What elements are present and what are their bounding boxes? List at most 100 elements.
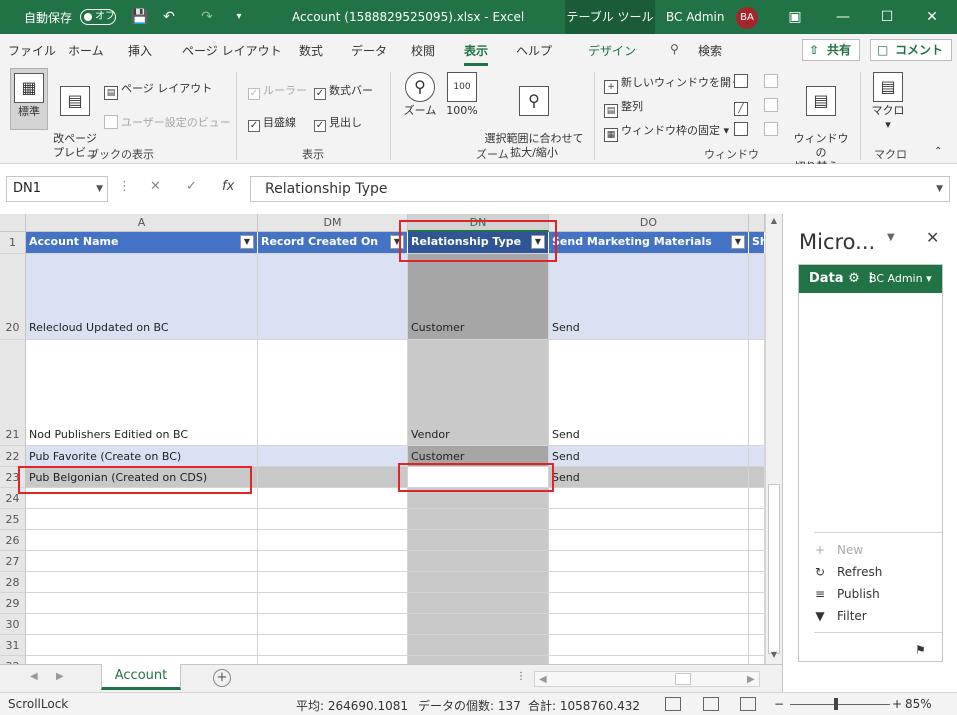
table-header-next[interactable]: Sh bbox=[749, 232, 765, 254]
table-cell[interactable] bbox=[549, 656, 749, 664]
tab-review[interactable]: 校閲 bbox=[411, 42, 435, 59]
table-cell[interactable] bbox=[749, 488, 765, 509]
freeze-panes-button[interactable]: ▦ ウィンドウ枠の固定 ▾ bbox=[604, 122, 729, 142]
select-all-corner[interactable] bbox=[0, 214, 26, 232]
row-header-28[interactable]: 28 bbox=[0, 572, 26, 593]
table-cell[interactable]: Pub Belgonian (Created on CDS) bbox=[26, 467, 258, 488]
table-cell[interactable] bbox=[549, 509, 749, 530]
table-cell[interactable] bbox=[549, 635, 749, 656]
hide-button[interactable]: ╱ bbox=[734, 98, 751, 116]
active-cell[interactable] bbox=[408, 467, 549, 488]
table-cell[interactable] bbox=[408, 614, 549, 635]
table-cell[interactable] bbox=[258, 467, 408, 488]
tab-data[interactable]: データ bbox=[351, 42, 387, 59]
table-cell[interactable] bbox=[258, 446, 408, 467]
tab-view[interactable]: 表示 bbox=[464, 42, 489, 66]
table-cell[interactable] bbox=[408, 551, 549, 572]
row-header-26[interactable]: 26 bbox=[0, 530, 26, 551]
filter-dropdown-icon[interactable]: ▼ bbox=[390, 235, 404, 249]
table-cell[interactable] bbox=[749, 593, 765, 614]
table-cell[interactable] bbox=[749, 572, 765, 593]
custom-views-button[interactable]: ユーザー設定のビュー bbox=[104, 114, 231, 130]
table-cell[interactable] bbox=[549, 572, 749, 593]
new-action[interactable]: + New bbox=[815, 543, 863, 557]
table-cell[interactable] bbox=[749, 254, 765, 340]
formula-input[interactable]: Relationship Type ▼ bbox=[250, 176, 950, 202]
table-cell[interactable] bbox=[749, 340, 765, 446]
zoom-100-button[interactable]: 100 100% bbox=[442, 72, 482, 118]
quick-access-dropdown-icon[interactable]: ▾ bbox=[230, 8, 248, 26]
filter-dropdown-icon[interactable]: ▼ bbox=[731, 235, 745, 249]
normal-view-button[interactable]: ▦ 標準 bbox=[10, 68, 48, 130]
spreadsheet-grid[interactable]: A DM DN DO 1 Account Name ▼ Record Create… bbox=[0, 214, 765, 664]
table-cell[interactable] bbox=[408, 488, 549, 509]
tab-insert[interactable]: 挿入 bbox=[128, 42, 152, 59]
collapse-ribbon-icon[interactable]: ⌃ bbox=[934, 146, 942, 157]
zoom-out-icon[interactable]: − bbox=[774, 697, 784, 711]
filter-action[interactable]: ▼ Filter bbox=[815, 609, 866, 623]
row-header-20[interactable]: 20 bbox=[0, 254, 26, 340]
row-header-27[interactable]: 27 bbox=[0, 551, 26, 572]
table-cell[interactable] bbox=[26, 488, 258, 509]
tab-design[interactable]: デザイン bbox=[588, 42, 636, 59]
table-header-account-name[interactable]: Account Name ▼ bbox=[26, 232, 258, 254]
page-layout-view-button[interactable]: ▤ ページ レイアウト bbox=[104, 80, 212, 100]
reset-window-position-button[interactable] bbox=[764, 122, 781, 136]
table-cell[interactable]: Customer bbox=[408, 446, 549, 467]
table-cell[interactable]: Send bbox=[549, 340, 749, 446]
table-cell[interactable] bbox=[749, 467, 765, 488]
table-cell[interactable] bbox=[258, 635, 408, 656]
table-cell[interactable] bbox=[408, 509, 549, 530]
headings-checkbox[interactable]: ✓ 見出し bbox=[314, 114, 362, 132]
table-header-send-marketing-materials[interactable]: Send Marketing Materials ▼ bbox=[549, 232, 749, 254]
row-header-21[interactable]: 21 bbox=[0, 340, 26, 446]
zoom-slider[interactable] bbox=[790, 704, 890, 705]
table-cell[interactable]: Send bbox=[549, 467, 749, 488]
prev-sheet-icon[interactable]: ◀ bbox=[30, 671, 38, 682]
table-cell[interactable]: Customer bbox=[408, 254, 549, 340]
tab-page-layout[interactable]: ページ レイアウト bbox=[182, 42, 282, 59]
table-cell[interactable] bbox=[549, 530, 749, 551]
row-header-23[interactable]: 23 bbox=[0, 467, 26, 488]
table-cell[interactable] bbox=[749, 614, 765, 635]
table-cell[interactable] bbox=[408, 593, 549, 614]
table-cell[interactable] bbox=[258, 656, 408, 664]
filter-dropdown-icon[interactable]: ▼ bbox=[240, 235, 254, 249]
table-cell[interactable] bbox=[549, 551, 749, 572]
gridlines-checkbox[interactable]: ✓ 目盛線 bbox=[248, 114, 296, 132]
scroll-left-icon[interactable]: ◀ bbox=[539, 674, 547, 685]
row-header-25[interactable]: 25 bbox=[0, 509, 26, 530]
filter-dropdown-icon[interactable]: ▼ bbox=[531, 235, 545, 249]
table-cell[interactable] bbox=[408, 572, 549, 593]
table-cell[interactable] bbox=[26, 551, 258, 572]
chevron-down-icon[interactable]: ▼ bbox=[96, 177, 103, 201]
column-header-a[interactable]: A bbox=[26, 214, 258, 232]
pane-user-menu[interactable]: BC Admin ▾ bbox=[869, 272, 932, 285]
table-cell[interactable] bbox=[258, 593, 408, 614]
page-layout-view-icon[interactable] bbox=[703, 697, 719, 711]
autosave-toggle[interactable]: オフ bbox=[80, 9, 116, 25]
flag-icon[interactable]: ⚑ bbox=[915, 643, 926, 657]
table-cell[interactable] bbox=[749, 635, 765, 656]
next-sheet-icon[interactable]: ▶ bbox=[56, 671, 64, 682]
table-cell[interactable]: Pub Favorite (Create on BC) bbox=[26, 446, 258, 467]
table-cell[interactable] bbox=[408, 635, 549, 656]
split-button[interactable] bbox=[734, 74, 751, 88]
row-header-31[interactable]: 31 bbox=[0, 635, 26, 656]
share-button[interactable]: ⇧ 共有 bbox=[802, 39, 861, 61]
scroll-right-icon[interactable]: ▶ bbox=[747, 674, 755, 685]
column-header-dn[interactable]: DN bbox=[408, 214, 549, 232]
table-cell[interactable] bbox=[549, 614, 749, 635]
table-cell[interactable]: Vendor bbox=[408, 340, 549, 446]
table-header-relationship-type[interactable]: Relationship Type ▼ bbox=[408, 232, 549, 254]
save-icon[interactable]: 💾 bbox=[131, 8, 149, 26]
arrange-all-button[interactable]: ▤ 整列 bbox=[604, 98, 643, 118]
macros-button[interactable]: ▤ マクロ ▾ bbox=[868, 72, 908, 132]
table-cell[interactable] bbox=[26, 509, 258, 530]
table-cell[interactable] bbox=[408, 530, 549, 551]
refresh-action[interactable]: ↻ Refresh bbox=[815, 565, 882, 579]
table-cell[interactable] bbox=[549, 593, 749, 614]
maximize-icon[interactable]: ☐ bbox=[876, 6, 898, 28]
table-cell[interactable] bbox=[26, 656, 258, 664]
search-icon[interactable]: ⚲ bbox=[670, 42, 679, 56]
